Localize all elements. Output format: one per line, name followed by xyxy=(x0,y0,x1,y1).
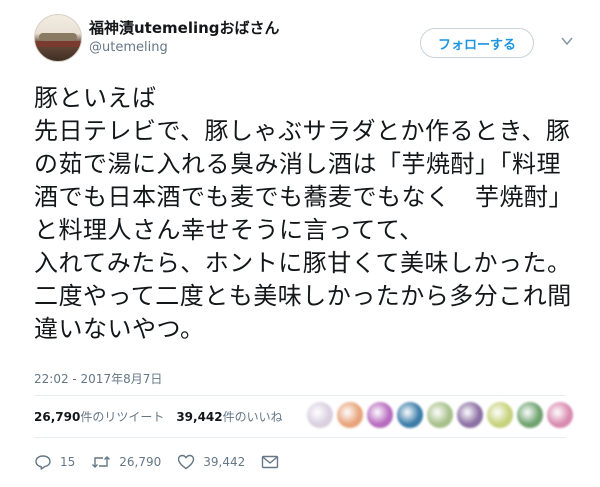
tweet-actions: 15 26,790 39,442 xyxy=(34,452,303,472)
like-stat-label: 件のいいね xyxy=(222,410,283,424)
liker-avatar[interactable] xyxy=(546,401,574,429)
like-count: 39,442 xyxy=(203,455,246,469)
liker-avatar[interactable] xyxy=(456,401,484,429)
retweet-stat[interactable]: 26,790件のリツイート xyxy=(34,410,164,424)
divider xyxy=(34,395,566,396)
retweet-button[interactable]: 26,790 xyxy=(91,454,161,470)
reply-count: 15 xyxy=(60,455,76,469)
retweet-stat-count: 26,790 xyxy=(34,410,81,424)
envelope-icon xyxy=(262,455,279,469)
direct-message-button[interactable] xyxy=(261,455,287,469)
chevron-down-icon[interactable] xyxy=(560,34,574,48)
retweet-count: 26,790 xyxy=(119,455,162,469)
retweet-icon xyxy=(92,456,111,468)
avatar-image-band xyxy=(35,41,81,47)
divider xyxy=(34,437,566,438)
liker-avatar[interactable] xyxy=(426,401,454,429)
liker-avatars xyxy=(306,401,576,429)
liker-avatar[interactable] xyxy=(336,401,364,429)
reply-icon xyxy=(35,455,51,470)
reply-button[interactable]: 15 xyxy=(34,454,75,470)
avatar[interactable] xyxy=(34,14,82,62)
user-handle[interactable]: @utemeling xyxy=(89,40,168,55)
retweet-stat-label: 件のリツイート xyxy=(80,410,165,424)
heart-icon xyxy=(178,454,195,470)
avatar-image-detail xyxy=(39,33,77,41)
tweet-text: 豚といえば 先日テレビで、豚しゃぶサラダとか作るとき、豚の茹で湯に入れる臭み消し… xyxy=(34,84,573,343)
liker-avatar[interactable] xyxy=(516,401,544,429)
tweet-timestamp[interactable]: 22:02 - 2017年8月7日 xyxy=(34,370,162,387)
follow-button[interactable]: フォローする xyxy=(420,28,534,58)
liker-avatar[interactable] xyxy=(486,401,514,429)
tweet-header: 福神漬utemelingおばさん @utemeling フォローする xyxy=(34,14,584,66)
tweet-stats: 26,790件のリツイート 39,442件のいいね xyxy=(34,408,283,425)
like-stat-count: 39,442 xyxy=(176,410,223,424)
liker-avatar[interactable] xyxy=(306,401,334,429)
liker-avatar[interactable] xyxy=(366,401,394,429)
like-stat[interactable]: 39,442件のいいね xyxy=(176,410,282,424)
liker-avatar[interactable] xyxy=(396,401,424,429)
display-name[interactable]: 福神漬utemelingおばさん xyxy=(89,17,280,38)
like-button[interactable]: 39,442 xyxy=(177,454,245,470)
